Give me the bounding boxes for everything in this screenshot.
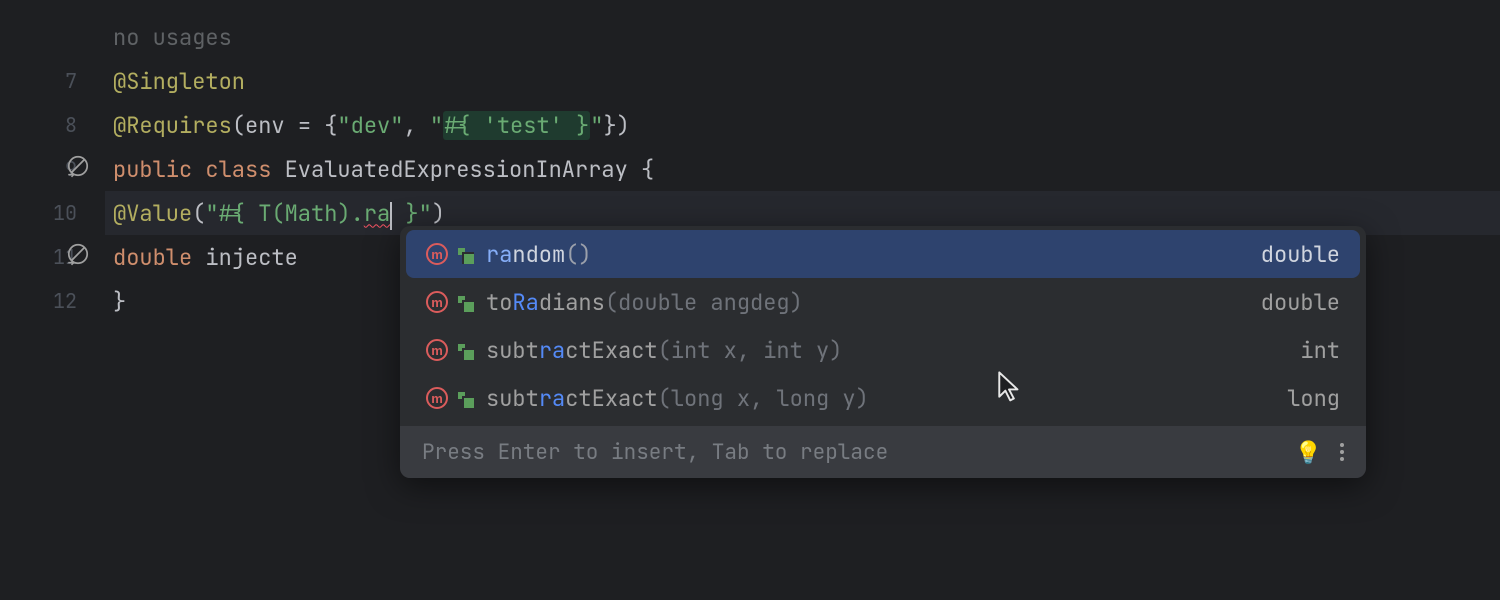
- gutter: 7 8 9 10 11 12: [0, 0, 105, 600]
- no-entry-icon[interactable]: [65, 241, 91, 274]
- completion-signature: random(): [486, 240, 1261, 269]
- visibility-icon: [458, 246, 472, 262]
- method-badge-icon: m: [426, 243, 448, 265]
- completion-signature: subtractExact(int x, int y): [486, 336, 1300, 365]
- annotation: @Singleton: [113, 67, 245, 96]
- typed-fragment: ra: [364, 199, 390, 228]
- method-badge-icon: m: [426, 291, 448, 313]
- lightbulb-icon[interactable]: 💡: [1295, 438, 1322, 467]
- line-number: 12: [53, 288, 77, 314]
- completion-list[interactable]: m random()double m toRadians(double angdeg)…: [400, 226, 1366, 426]
- completion-footer: Press Enter to insert, Tab to replace 💡: [400, 426, 1366, 478]
- line-number: 7: [65, 68, 77, 94]
- visibility-icon: [458, 294, 472, 310]
- return-type: long: [1287, 384, 1340, 413]
- completion-item[interactable]: m subtractExact(long x, long y)long: [406, 374, 1360, 422]
- completion-item[interactable]: m subtractExact(int x, int y)int: [406, 326, 1360, 374]
- return-type: double: [1261, 240, 1340, 269]
- visibility-icon: [458, 390, 472, 406]
- annotation: @Requires: [113, 111, 232, 140]
- completion-item[interactable]: m toRadians(double angdeg)double: [406, 278, 1360, 326]
- footer-hint: Press Enter to insert, Tab to replace: [422, 439, 1295, 466]
- visibility-icon: [458, 342, 472, 358]
- annotation: @Value: [113, 199, 192, 228]
- completion-signature: subtractExact(long x, long y): [486, 384, 1287, 413]
- return-type: double: [1261, 288, 1340, 317]
- line-number: 10: [53, 200, 77, 226]
- method-badge-icon: m: [426, 339, 448, 361]
- text-caret: [390, 202, 392, 230]
- no-entry-icon[interactable]: [65, 153, 91, 186]
- completion-signature: toRadians(double angdeg): [486, 288, 1261, 317]
- completion-item[interactable]: m random()double: [406, 230, 1360, 278]
- method-badge-icon: m: [426, 387, 448, 409]
- expression-highlight: #{ 'test' }: [443, 111, 590, 140]
- usage-hint[interactable]: no usages: [113, 23, 232, 52]
- line-number: 8: [65, 112, 77, 138]
- more-icon[interactable]: [1340, 443, 1344, 461]
- completion-popup[interactable]: m random()double m toRadians(double angdeg)…: [400, 226, 1366, 478]
- return-type: int: [1300, 336, 1340, 365]
